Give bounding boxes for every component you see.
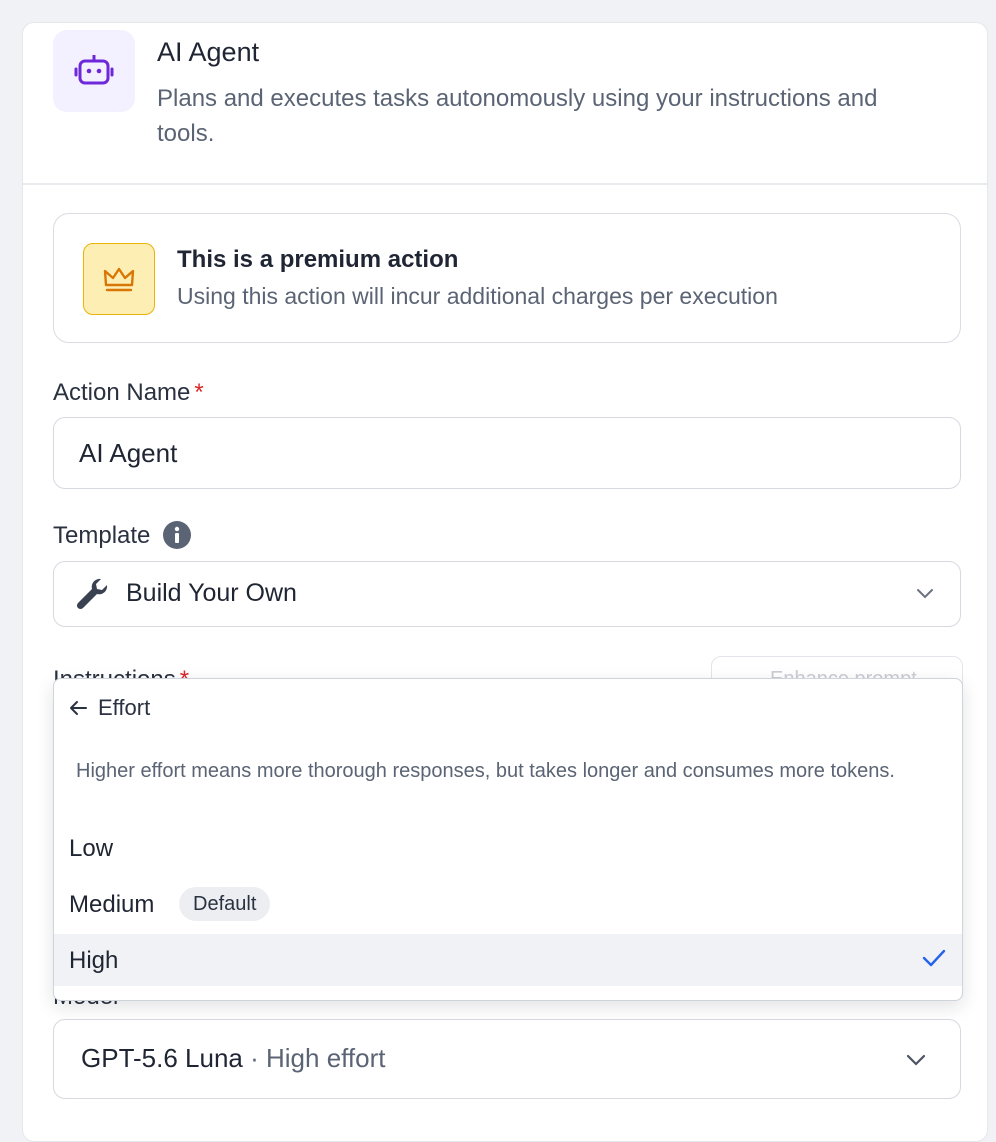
action-name-input[interactable]: AI Agent (53, 417, 961, 489)
premium-title: This is a premium action (177, 246, 459, 273)
robot-icon (53, 30, 135, 112)
premium-description: Using this action will incur additional … (177, 283, 778, 309)
info-icon[interactable] (163, 520, 192, 549)
page-subtitle: Plans and executes tasks autonomously us… (157, 85, 878, 147)
effort-option-medium[interactable]: Medium Default (54, 878, 962, 930)
check-icon (922, 949, 946, 967)
chevron-down-icon (906, 1054, 926, 1066)
wrench-icon (76, 578, 108, 610)
template-select[interactable]: Build Your Own (53, 561, 961, 627)
model-select[interactable]: GPT-5.6 Luna · High effort (53, 1019, 961, 1099)
effort-description: Higher effort means more thorough respon… (76, 760, 895, 782)
effort-back-button[interactable]: Effort (68, 695, 150, 721)
page-title: AI Agent (157, 37, 260, 67)
model-name: GPT-5.6 Luna (81, 1043, 243, 1073)
premium-notice: This is a premium action Using this acti… (53, 213, 961, 343)
default-badge: Default (179, 887, 271, 921)
crown-icon (83, 243, 155, 315)
template-label: Template (53, 520, 192, 550)
required-marker: * (194, 379, 204, 406)
model-effort: High effort (266, 1043, 386, 1073)
panel-header: AI Agent Plans and executes tasks autono… (23, 23, 987, 185)
effort-option-high[interactable]: High (54, 934, 962, 986)
action-name-label: Action Name * (53, 379, 204, 406)
effort-option-low[interactable]: Low (54, 822, 962, 874)
effort-dropdown: Effort Higher effort means more thorough… (53, 678, 963, 1001)
chevron-down-icon (917, 589, 933, 599)
arrow-left-icon (70, 701, 87, 715)
